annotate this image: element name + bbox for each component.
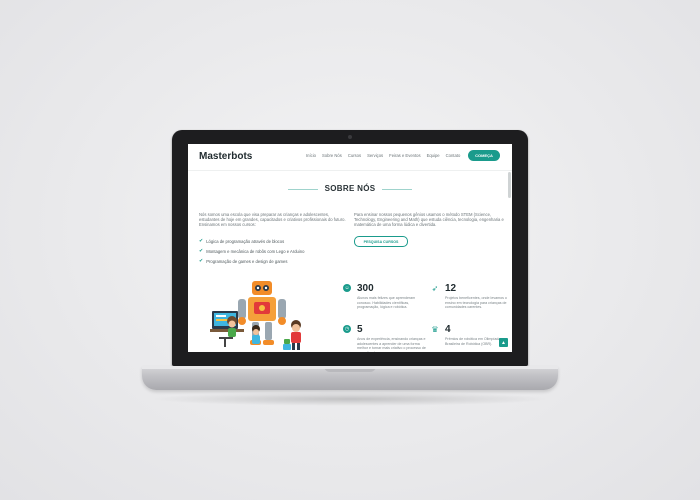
menu-item-equipe[interactable]: Equipe	[427, 153, 440, 158]
site-navbar: Masterbots Início Sobre Nós Cursos Servi…	[188, 144, 512, 171]
smile-icon: ☺	[343, 284, 351, 292]
laptop-shadow	[150, 392, 550, 406]
menu-item-sobre-nos[interactable]: Sobre Nós	[322, 153, 342, 158]
laptop-base	[142, 366, 558, 390]
check-icon: ✔	[199, 238, 204, 244]
stat-description: Alunos mais felizes que aprenderam conos…	[357, 296, 416, 310]
section-title: SOBRE NÓS	[324, 184, 376, 193]
check-icon: ✔	[199, 248, 204, 254]
checklist-label: Lógica de programação através de blocos	[206, 238, 285, 244]
laptop-lid: Masterbots Início Sobre Nós Cursos Servi…	[172, 130, 528, 366]
list-item: ✔ Montagem e mecânica de robôs com Lego …	[199, 246, 349, 256]
stat-number: 5	[357, 324, 363, 335]
back-to-top-button[interactable]: ▲	[499, 338, 508, 347]
stat-number: 300	[357, 283, 374, 294]
stat-number: 4	[445, 324, 451, 335]
rocket-icon: ➶	[431, 283, 439, 293]
checklist-label: Programação de games e design de games	[206, 258, 288, 264]
intro-text-left: Nós somos uma escola que visa preparar a…	[199, 212, 346, 228]
robot-illustration	[210, 281, 301, 350]
menu-item-contato[interactable]: Contato	[446, 153, 461, 158]
laptop-screen: Masterbots Início Sobre Nós Cursos Servi…	[188, 144, 512, 352]
trophy-icon: ♛	[431, 324, 439, 334]
search-courses-button[interactable]: PESQUISA CURSOS	[354, 236, 408, 247]
course-checklist: ✔ Lógica de programação através de bloco…	[199, 236, 349, 266]
check-icon: ✔	[199, 258, 204, 264]
clock-icon: ◷	[343, 325, 351, 333]
base-lip	[142, 366, 558, 369]
cta-button[interactable]: COMEÇA	[468, 150, 500, 161]
site-logo[interactable]: Masterbots	[199, 151, 252, 162]
title-divider-right	[382, 189, 412, 190]
stat-description: Projetos beneficentes, onde levamos o en…	[445, 296, 507, 310]
list-item: ✔ Lógica de programação através de bloco…	[199, 236, 349, 246]
list-item: ✔ Programação de games e design de games	[199, 256, 349, 266]
camera-icon	[348, 135, 352, 139]
stat-description: Anos de experiência, ensinando crianças …	[357, 337, 426, 352]
stat-number: 12	[445, 283, 457, 294]
menu-item-servicos[interactable]: Serviços	[367, 153, 383, 158]
checklist-label: Montagem e mecânica de robôs com Lego e …	[206, 248, 305, 254]
main-menu: Início Sobre Nós Cursos Serviços Feiras …	[306, 153, 460, 158]
intro-text-right: Para ensinar nossos pequenos gênios usam…	[354, 212, 504, 228]
menu-item-cursos[interactable]: Cursos	[348, 153, 361, 158]
menu-item-inicio[interactable]: Início	[306, 153, 316, 158]
menu-item-feiras-eventos[interactable]: Feiras e Eventos	[389, 153, 420, 158]
